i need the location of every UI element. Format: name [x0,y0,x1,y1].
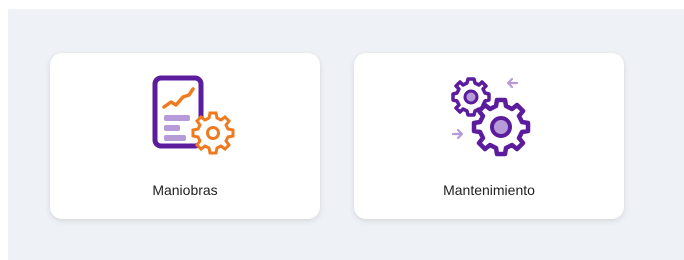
gears-icon [451,77,531,157]
mantenimiento-card[interactable]: Mantenimiento [354,53,624,219]
card-label: Mantenimiento [443,182,535,198]
content-panel: Maniobras Mantenimiento [8,9,684,260]
report-gear-icon [152,75,235,155]
maniobras-card[interactable]: Maniobras [50,53,320,219]
card-label: Maniobras [152,182,218,198]
